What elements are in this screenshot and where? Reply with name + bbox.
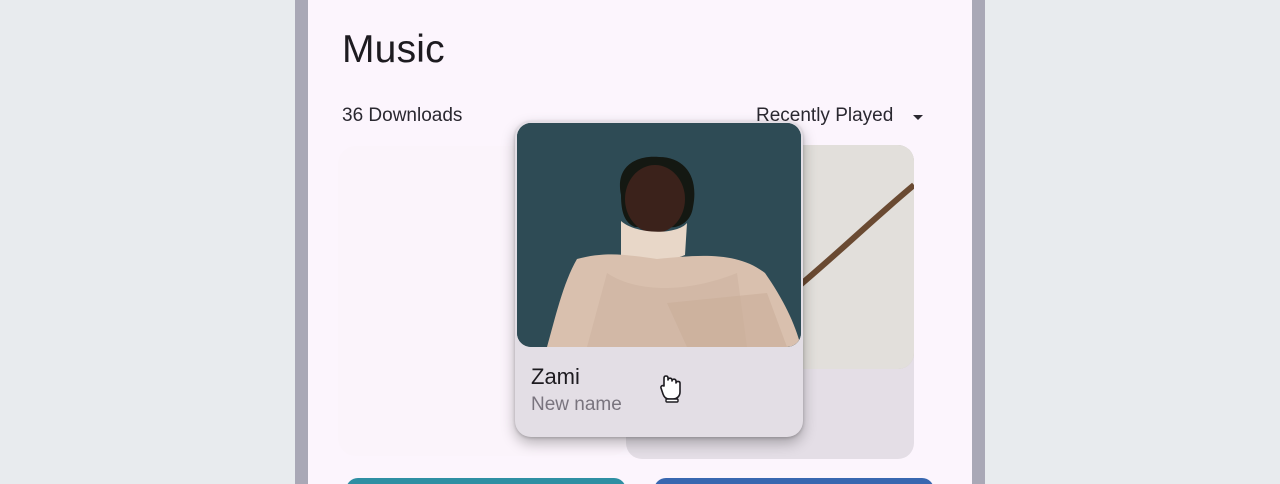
album-subtitle: New name [531, 394, 622, 415]
grab-hand-icon [660, 375, 681, 403]
album-card-zami[interactable]: Zami New name [515, 121, 803, 437]
dropdown-caret-icon [913, 114, 924, 120]
album-art-zami [517, 123, 801, 347]
album-title: Zami [531, 364, 580, 389]
album-card-peek-right[interactable] [654, 478, 934, 484]
music-screen: Music 36 Downloads Recently Played Zami … [308, 0, 972, 484]
album-card-peek-left[interactable] [346, 478, 626, 484]
downloads-count: 36 Downloads [342, 105, 463, 126]
page-title: Music [342, 28, 445, 71]
